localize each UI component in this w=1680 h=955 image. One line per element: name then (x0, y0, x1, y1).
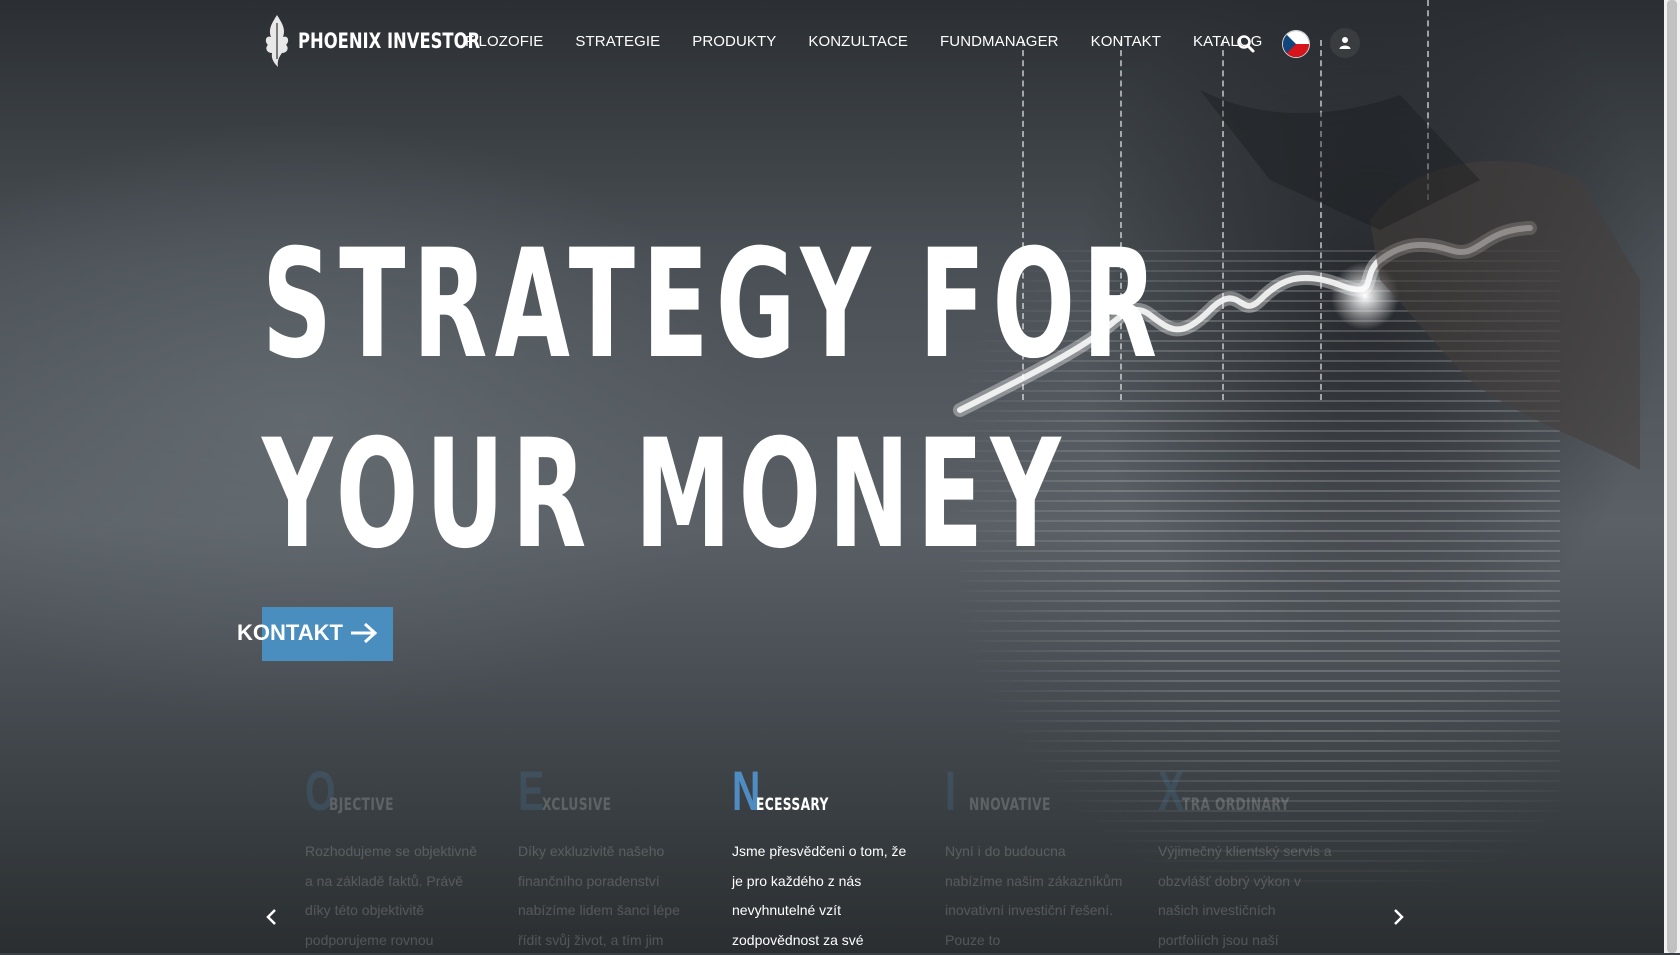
feature-innovative: I NNOVATIVE Nyní i do budoucna nabízíme … (945, 759, 1130, 955)
feature-text: Jsme přesvědčeni o tom, že je pro každéh… (732, 843, 907, 948)
feature-title: XCLUSIVE (542, 795, 612, 815)
navbar: PHOENIX INVESTOR FILOZOFIE STRATEGIE PRO… (0, 0, 1664, 88)
user-icon (1339, 37, 1351, 49)
kontakt-label-text: KONTAKT (237, 620, 343, 645)
nav-item-strategie[interactable]: STRATEGIE (575, 33, 660, 50)
headline-line-1: STRATEGY FOR (262, 218, 1165, 392)
hero-headline: STRATEGY FOR YOUR MONEY (262, 210, 1165, 590)
feature-title: NNOVATIVE (969, 795, 1051, 815)
feature-title: ECESSARY (756, 795, 829, 815)
phoenix-icon (265, 15, 289, 67)
nav-item-fundmanager[interactable]: FUNDMANAGER (940, 33, 1059, 50)
brand-name: PHOENIX INVESTOR (298, 29, 481, 53)
feature-letter: N (732, 759, 761, 822)
feature-title: BJECTIVE (329, 795, 394, 815)
nav-item-filozofie[interactable]: FILOZOFIE (465, 33, 543, 50)
features-slider: O BJECTIVE Rozhodujeme se objektivně a n… (305, 759, 1405, 955)
chevron-right-icon[interactable] (1386, 905, 1410, 929)
feature-necessary: N ECESSARY Jsme přesvědčeni o tom, že je… (732, 759, 917, 955)
feature-text: Nyní i do budoucna nabízíme našim zákazn… (945, 843, 1123, 948)
nav-item-konzultace[interactable]: KONZULTACE (808, 33, 908, 50)
main-nav: FILOZOFIE STRATEGIE PRODUKTY KONZULTACE … (465, 33, 1294, 50)
nav-item-produkty[interactable]: PRODUKTY (692, 33, 776, 50)
feature-xtra-ordinary: X TRA ORDINARY Výjimečný klientský servi… (1158, 759, 1343, 955)
nav-item-kontakt[interactable]: KONTAKT (1091, 33, 1161, 50)
feature-objective: O BJECTIVE Rozhodujeme se objektivně a n… (305, 759, 490, 955)
feature-letter: X (1158, 759, 1185, 822)
feature-exclusive: E XCLUSIVE Díky exkluzivitě našeho finan… (518, 759, 703, 955)
chevron-left-icon[interactable] (260, 905, 284, 929)
search-icon[interactable] (1236, 34, 1256, 54)
arrow-right-icon (350, 622, 378, 644)
scrollbar-thumb[interactable] (1667, 0, 1677, 953)
feature-text: Výjimečný klientský servis a obzvlášť do… (1158, 843, 1332, 948)
czech-flag-icon[interactable] (1282, 30, 1310, 58)
feature-letter: O (305, 759, 336, 822)
feature-text: Díky exkluzivitě našeho finančního porad… (518, 843, 680, 948)
feature-title: TRA ORDINARY (1182, 795, 1290, 815)
user-account-button[interactable] (1330, 28, 1360, 58)
feature-letter: E (518, 759, 545, 822)
feature-letter: I (945, 759, 956, 822)
headline-line-2: YOUR MONEY (262, 408, 1068, 582)
kontakt-button-label[interactable]: KONTAKT (237, 620, 379, 646)
feature-text: Rozhodujeme se objektivně a na základě f… (305, 843, 477, 948)
